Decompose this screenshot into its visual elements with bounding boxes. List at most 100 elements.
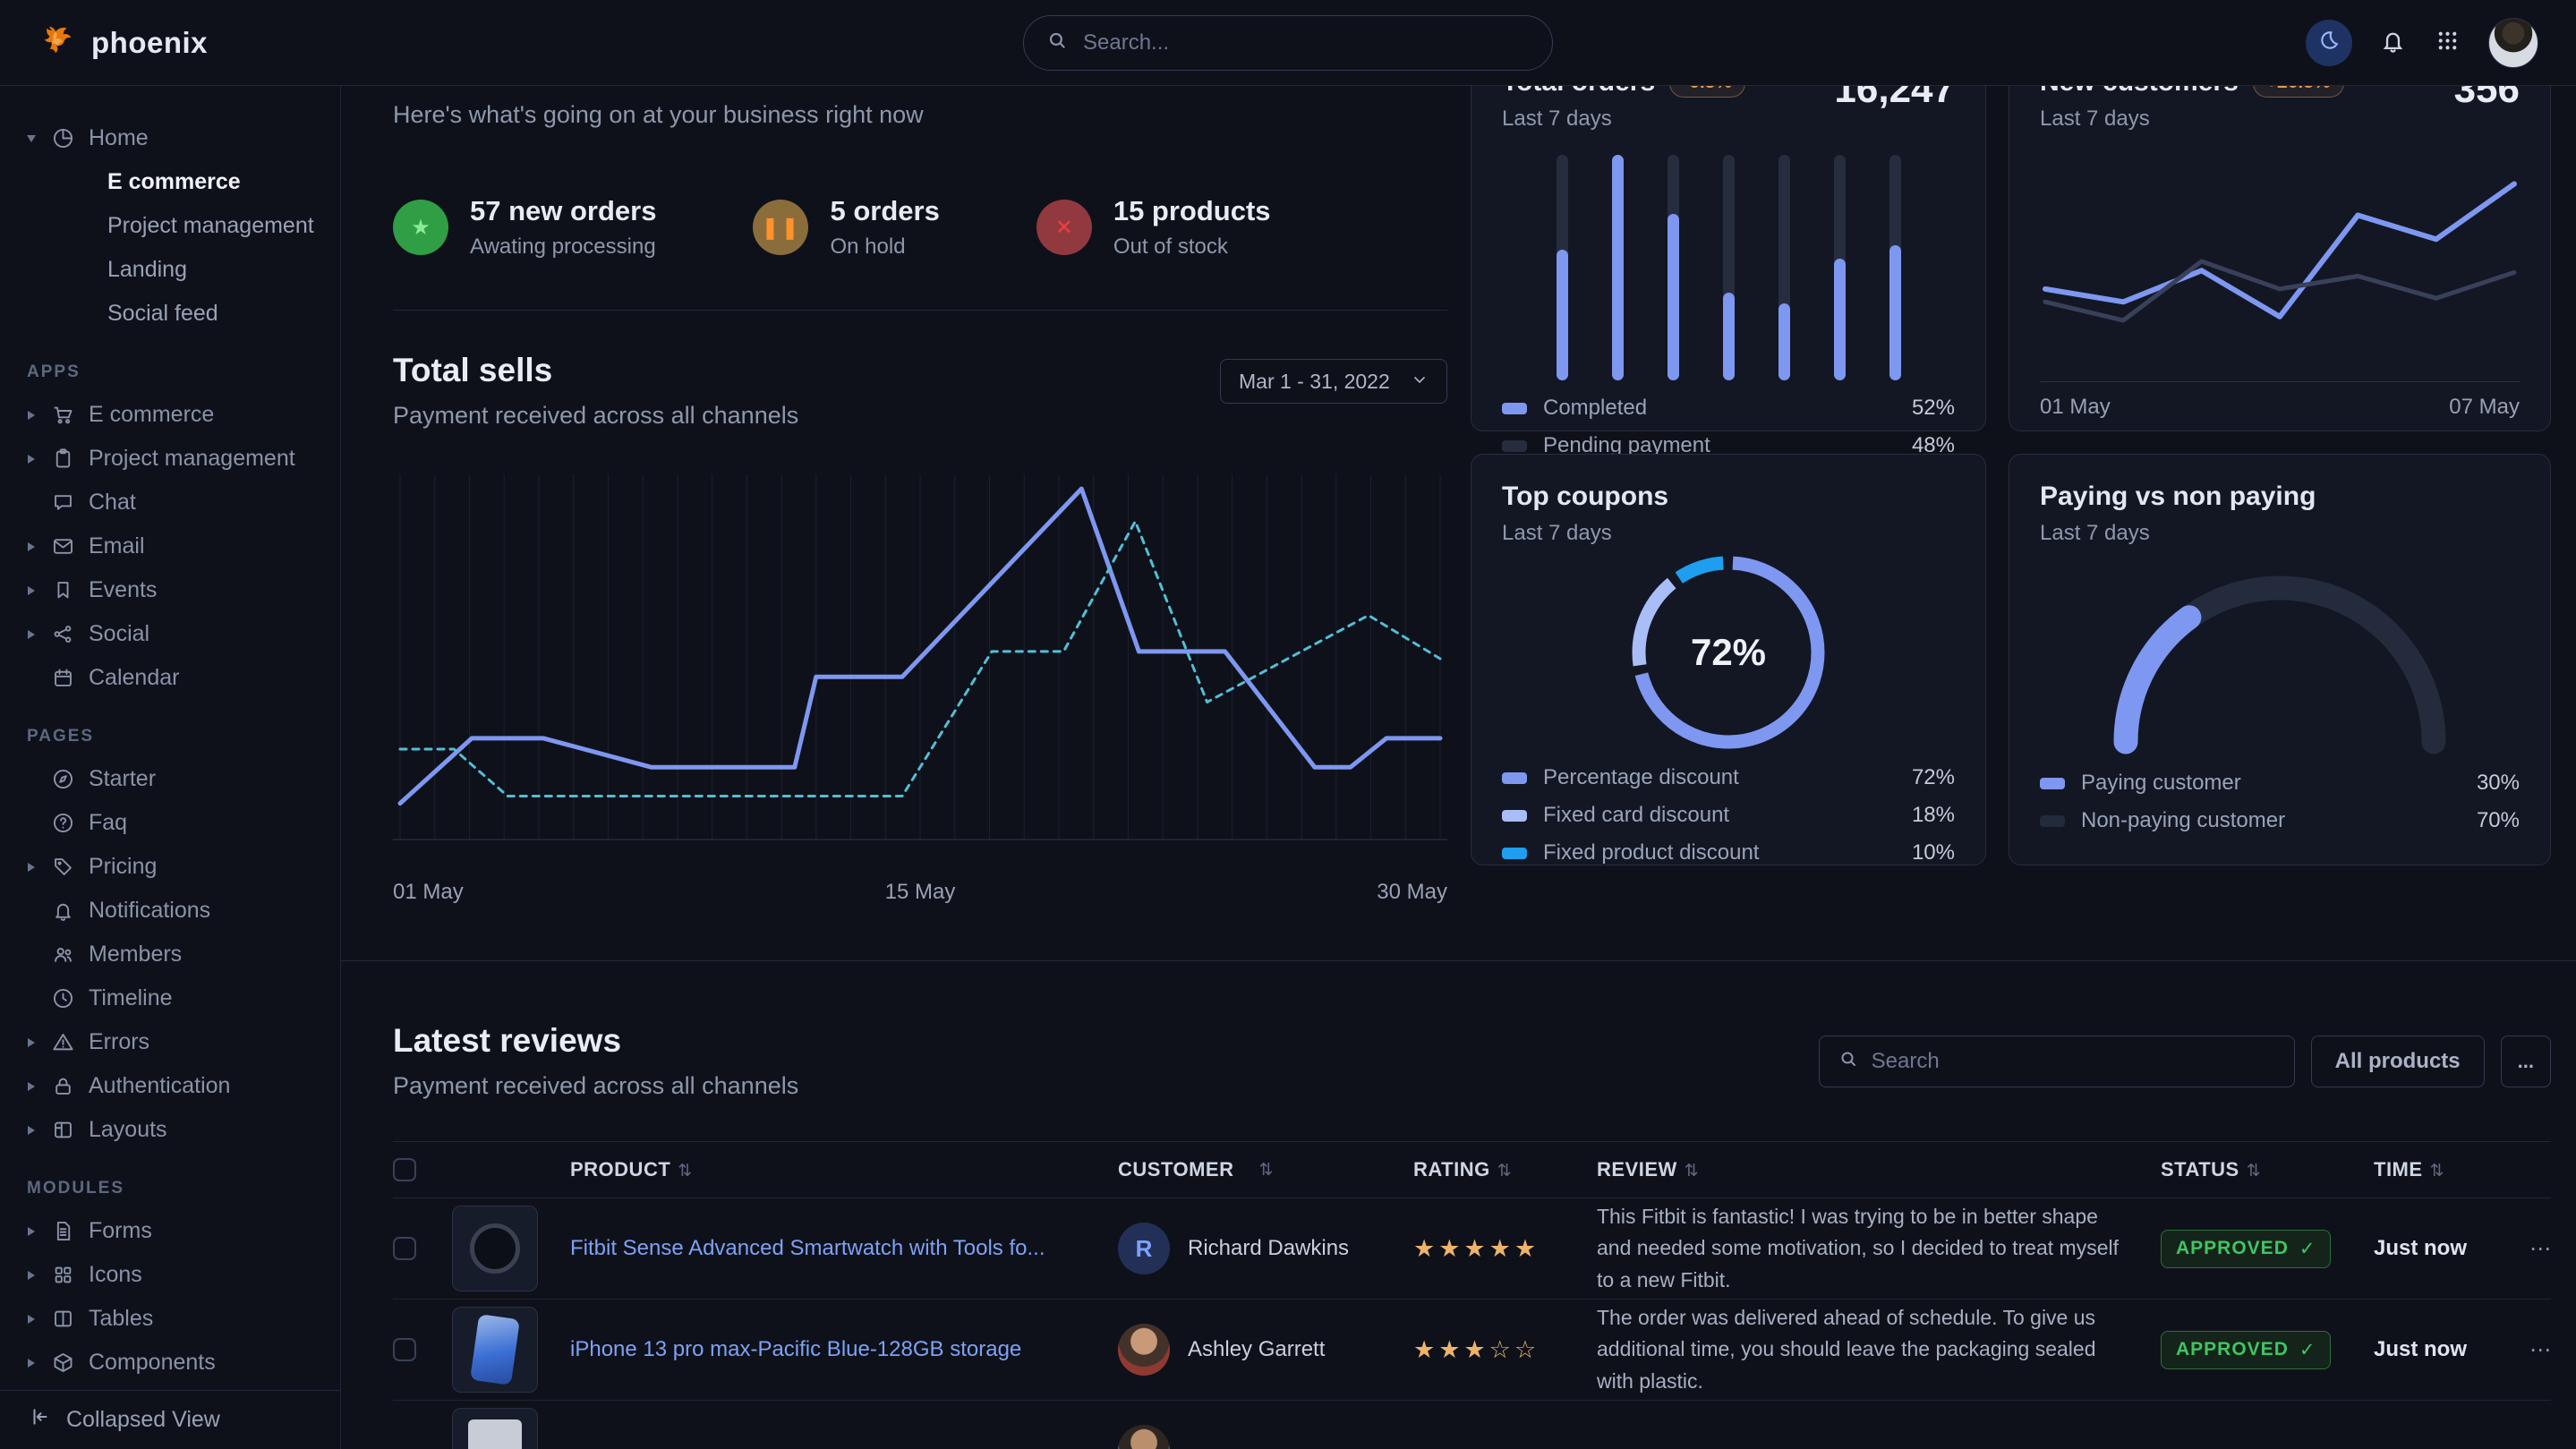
sidebar-item-layouts[interactable]: Layouts xyxy=(0,1108,340,1152)
sidebar-subitem-landing[interactable]: Landing xyxy=(0,248,340,292)
sidebar-subitem-project-management[interactable]: Project management xyxy=(0,204,340,248)
sidebar-item-faq[interactable]: Faq xyxy=(0,801,340,845)
sort-icon: ⇅ xyxy=(1497,1162,1512,1181)
more-options-button[interactable]: ... xyxy=(2501,1036,2551,1087)
column-header-time[interactable]: TIME⇅ xyxy=(2374,1158,2508,1181)
product-link[interactable]: iPhone 13 pro max-Pacific Blue-128GB sto… xyxy=(570,1337,1118,1362)
phoenix-flame-icon xyxy=(38,20,79,65)
customer-name: Ashley Garrett xyxy=(1188,1337,1325,1362)
row-checkbox[interactable] xyxy=(393,1237,416,1260)
sidebar-item-label: Errors xyxy=(89,1029,149,1055)
column-header-customer[interactable]: CUSTOMER⇅ xyxy=(1118,1158,1413,1181)
sidebar-item-errors[interactable]: Errors xyxy=(0,1020,340,1064)
sidebar-item-forms[interactable]: Forms xyxy=(0,1209,340,1253)
column-header-rating[interactable]: RATING⇅ xyxy=(1413,1158,1597,1181)
global-search[interactable] xyxy=(1023,15,1553,71)
select-all-checkbox[interactable] xyxy=(393,1158,416,1181)
legend-label: Percentage discount xyxy=(1543,765,1739,790)
row-checkbox[interactable] xyxy=(393,1338,416,1361)
x-tick: 30 May xyxy=(1377,880,1447,905)
sidebar-subitem-social-feed[interactable]: Social feed xyxy=(0,292,340,336)
order-bar xyxy=(1723,155,1735,380)
sidebar-item-label: Notifications xyxy=(89,898,210,924)
sidebar-item-home[interactable]: Home xyxy=(0,116,340,160)
donut-center-label: 72% xyxy=(1691,631,1766,674)
sidebar-item-starter[interactable]: Starter xyxy=(0,757,340,801)
axis-line xyxy=(2040,381,2520,382)
legend-value: 10% xyxy=(1912,840,1955,865)
row-menu-button[interactable]: ⋯ xyxy=(2508,1236,2551,1262)
sidebar-item-project-management[interactable]: Project management xyxy=(0,437,340,481)
time-value: Just now xyxy=(2374,1236,2467,1260)
column-header-product[interactable]: PRODUCT⇅ xyxy=(570,1158,1118,1181)
rating-stars: ★★★☆☆ xyxy=(1413,1336,1540,1363)
date-range-select[interactable]: Mar 1 - 31, 2022 xyxy=(1220,359,1447,404)
order-bar xyxy=(1612,155,1624,380)
legend-label: Fixed card discount xyxy=(1543,803,1729,828)
sidebar-item-notifications[interactable]: Notifications xyxy=(0,889,340,933)
user-avatar[interactable] xyxy=(2488,18,2538,68)
product-link[interactable]: Fitbit Sense Advanced Smartwatch with To… xyxy=(570,1236,1118,1261)
sidebar-item-timeline[interactable]: Timeline xyxy=(0,976,340,1020)
reviews-search-input[interactable] xyxy=(1872,1049,2276,1074)
sidebar-item-e-commerce[interactable]: E commerce xyxy=(0,393,340,437)
sidebar-item-chat[interactable]: Chat xyxy=(0,481,340,524)
column-header-status[interactable]: STATUS⇅ xyxy=(2161,1158,2374,1181)
collapse-sidebar-button[interactable]: Collapsed View xyxy=(0,1390,340,1449)
total-orders-bar-chart xyxy=(1502,132,1955,389)
all-products-button[interactable]: All products xyxy=(2311,1036,2485,1087)
new-customers-card: New customers +26.5% Last 7 days 356 01 … xyxy=(2009,39,2551,431)
sidebar-item-events[interactable]: Events xyxy=(0,568,340,612)
row-menu-button[interactable]: ⋯ xyxy=(2508,1337,2551,1363)
sidebar-item-social[interactable]: Social xyxy=(0,612,340,656)
sidebar-item-label: Chat xyxy=(89,490,136,516)
apps-grid-button[interactable] xyxy=(2434,27,2461,59)
rating-stars: ★★★★★ xyxy=(1413,1235,1540,1262)
column-header-review[interactable]: REVIEW⇅ xyxy=(1597,1158,2161,1181)
customer-avatar xyxy=(1118,1324,1170,1376)
sidebar-item-email[interactable]: Email xyxy=(0,524,340,568)
chevron-right-icon xyxy=(25,1227,38,1236)
reviews-search[interactable] xyxy=(1819,1036,2295,1087)
legend-value: 72% xyxy=(1912,765,1955,790)
search-icon xyxy=(1838,1048,1859,1074)
card-period: Last 7 days xyxy=(2040,521,2520,546)
grid-icon xyxy=(51,1263,75,1287)
chevron-right-icon xyxy=(25,630,38,639)
chat-icon xyxy=(51,490,75,515)
card-period: Last 7 days xyxy=(1502,107,1745,132)
sidebar-section-label: APPS xyxy=(0,336,340,393)
compass-icon xyxy=(51,767,75,791)
stat-value: 5 orders xyxy=(830,195,939,227)
sort-icon: ⇅ xyxy=(2247,1162,2261,1181)
sidebar-item-tables[interactable]: Tables xyxy=(0,1297,340,1341)
logo[interactable]: phoenix xyxy=(38,20,208,65)
sidebar-nav: HomeE commerceProject managementLandingS… xyxy=(0,116,340,1385)
sidebar-item-components[interactable]: Components xyxy=(0,1341,340,1385)
sidebar-item-pricing[interactable]: Pricing xyxy=(0,845,340,889)
sidebar-item-label: Pricing xyxy=(89,854,157,880)
legend-item: Fixed product discount10% xyxy=(1502,834,1955,872)
search-icon xyxy=(1045,29,1069,56)
chevron-right-icon xyxy=(25,1315,38,1324)
notifications-button[interactable] xyxy=(2379,27,2407,59)
legend-item: Percentage discount 72% xyxy=(1502,759,1955,797)
chevron-right-icon xyxy=(25,1082,38,1091)
sidebar-item-authentication[interactable]: Authentication xyxy=(0,1064,340,1108)
status-badge: APPROVED✓ xyxy=(2161,1331,2331,1369)
logo-text: phoenix xyxy=(91,26,208,60)
sidebar-item-calendar[interactable]: Calendar xyxy=(0,656,340,700)
dark-mode-toggle[interactable] xyxy=(2306,20,2352,66)
sidebar-item-members[interactable]: Members xyxy=(0,933,340,976)
stat-value: 15 products xyxy=(1113,195,1271,227)
status-badge: APPROVED✓ xyxy=(2161,1230,2331,1268)
sidebar-subitem-e-commerce[interactable]: E commerce xyxy=(0,160,340,204)
legend-value: 70% xyxy=(2477,808,2520,833)
legend-item: Paying customer30% xyxy=(2040,764,2520,802)
table-row: Fitbit Sense Advanced Smartwatch with To… xyxy=(393,1198,2551,1300)
share-icon xyxy=(51,622,75,646)
package-icon xyxy=(51,1351,75,1375)
sidebar-item-icons[interactable]: Icons xyxy=(0,1253,340,1297)
search-input[interactable] xyxy=(1083,30,1531,55)
time-value: Just now xyxy=(2374,1337,2467,1361)
